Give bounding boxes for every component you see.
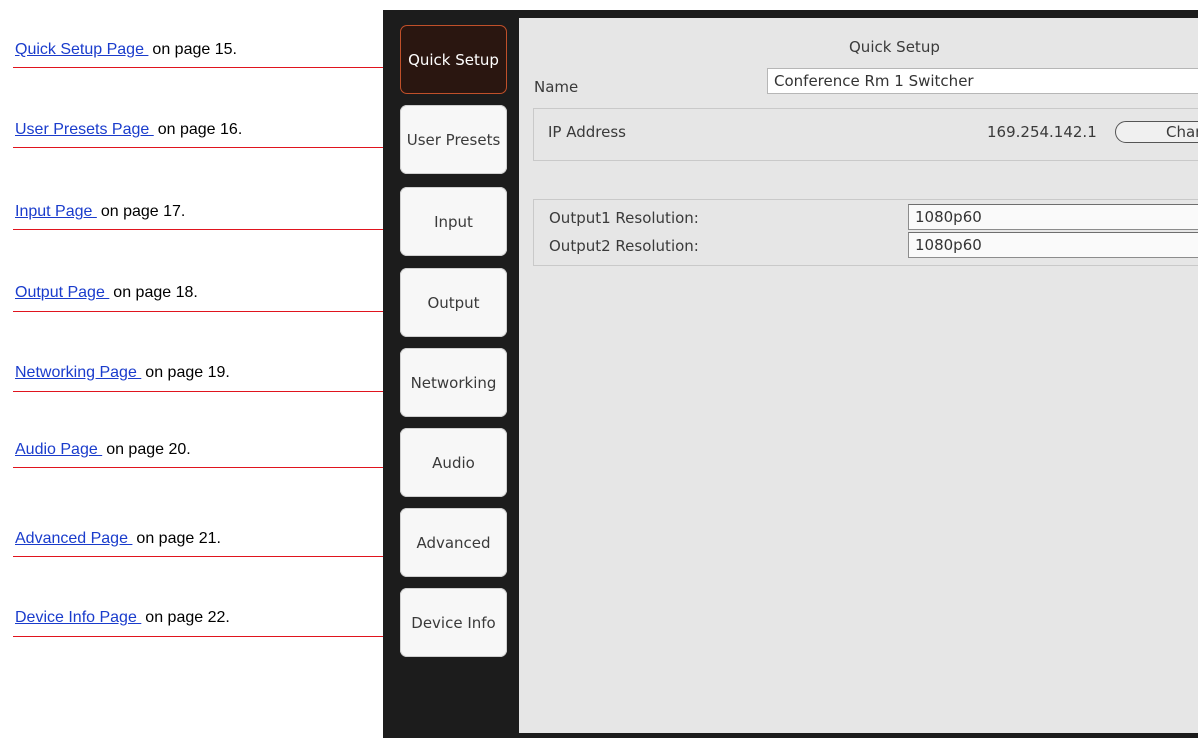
leader-line bbox=[13, 636, 387, 637]
quick-setup-panel: Quick Setup Name IP Address 169.254.142.… bbox=[519, 18, 1198, 733]
networking-page-link[interactable]: Networking Page bbox=[15, 364, 141, 381]
output2-resolution-label: Output2 Resolution: bbox=[549, 237, 699, 255]
callout-device-info: Device Info Page on page 22. bbox=[15, 609, 230, 627]
callout-quick-setup: Quick Setup Page on page 15. bbox=[15, 41, 237, 59]
name-field[interactable] bbox=[767, 68, 1198, 94]
resolution-group: Output1 Resolution: 1080p60 Output2 Reso… bbox=[533, 199, 1198, 266]
callout-page-ref: on page 18. bbox=[113, 284, 198, 301]
callout-user-presets: User Presets Page on page 16. bbox=[15, 121, 242, 139]
user-presets-page-link[interactable]: User Presets Page bbox=[15, 121, 154, 138]
leader-line bbox=[13, 229, 387, 230]
tab-networking[interactable]: Networking bbox=[400, 348, 507, 417]
output-page-link[interactable]: Output Page bbox=[15, 284, 109, 301]
output2-resolution-select[interactable]: 1080p60 bbox=[908, 232, 1198, 258]
callout-page-ref: on page 16. bbox=[157, 121, 243, 138]
ip-address-value: 169.254.142.1 bbox=[987, 123, 1097, 141]
tab-advanced[interactable]: Advanced bbox=[400, 508, 507, 577]
callout-input: Input Page on page 17. bbox=[15, 203, 185, 221]
leader-line bbox=[13, 391, 387, 392]
callout-page-ref: on page 15. bbox=[152, 41, 237, 58]
callout-page-ref: on page 19. bbox=[145, 364, 230, 381]
callout-page-ref: on page 22. bbox=[145, 609, 230, 626]
device-window: Quick Setup User Presets Input Output Ne… bbox=[383, 10, 1198, 738]
name-label: Name bbox=[534, 78, 579, 96]
callout-output: Output Page on page 18. bbox=[15, 284, 198, 302]
leader-line bbox=[13, 147, 387, 148]
ip-address-group: IP Address 169.254.142.1 Chan bbox=[533, 108, 1198, 161]
tab-device-info[interactable]: Device Info bbox=[400, 588, 507, 657]
leader-line bbox=[13, 467, 387, 468]
advanced-page-link[interactable]: Advanced Page bbox=[15, 530, 132, 547]
leader-line bbox=[13, 67, 387, 68]
output1-resolution-select[interactable]: 1080p60 bbox=[908, 204, 1198, 230]
callout-page-ref: on page 21. bbox=[136, 530, 221, 547]
quick-setup-page-link[interactable]: Quick Setup Page bbox=[15, 41, 148, 58]
output1-resolution-label: Output1 Resolution: bbox=[549, 209, 699, 227]
tab-input[interactable]: Input bbox=[400, 187, 507, 256]
tab-audio[interactable]: Audio bbox=[400, 428, 507, 497]
audio-page-link[interactable]: Audio Page bbox=[15, 441, 102, 458]
page-title: Quick Setup bbox=[849, 38, 940, 56]
device-info-page-link[interactable]: Device Info Page bbox=[15, 609, 141, 626]
tab-user-presets[interactable]: User Presets bbox=[400, 105, 507, 174]
callout-networking: Networking Page on page 19. bbox=[15, 364, 230, 382]
callout-advanced: Advanced Page on page 21. bbox=[15, 530, 221, 548]
tab-quick-setup[interactable]: Quick Setup bbox=[400, 25, 507, 94]
callout-page-ref: on page 17. bbox=[100, 203, 186, 220]
callout-audio: Audio Page on page 20. bbox=[15, 441, 191, 459]
ip-address-label: IP Address bbox=[548, 123, 626, 141]
leader-line bbox=[13, 311, 387, 312]
input-page-link[interactable]: Input Page bbox=[15, 203, 97, 220]
tab-output[interactable]: Output bbox=[400, 268, 507, 337]
leader-line bbox=[13, 556, 387, 557]
callout-page-ref: on page 20. bbox=[106, 441, 191, 458]
callout-column: Quick Setup Page on page 15. User Preset… bbox=[0, 0, 397, 738]
change-ip-button[interactable]: Chan bbox=[1115, 121, 1198, 143]
